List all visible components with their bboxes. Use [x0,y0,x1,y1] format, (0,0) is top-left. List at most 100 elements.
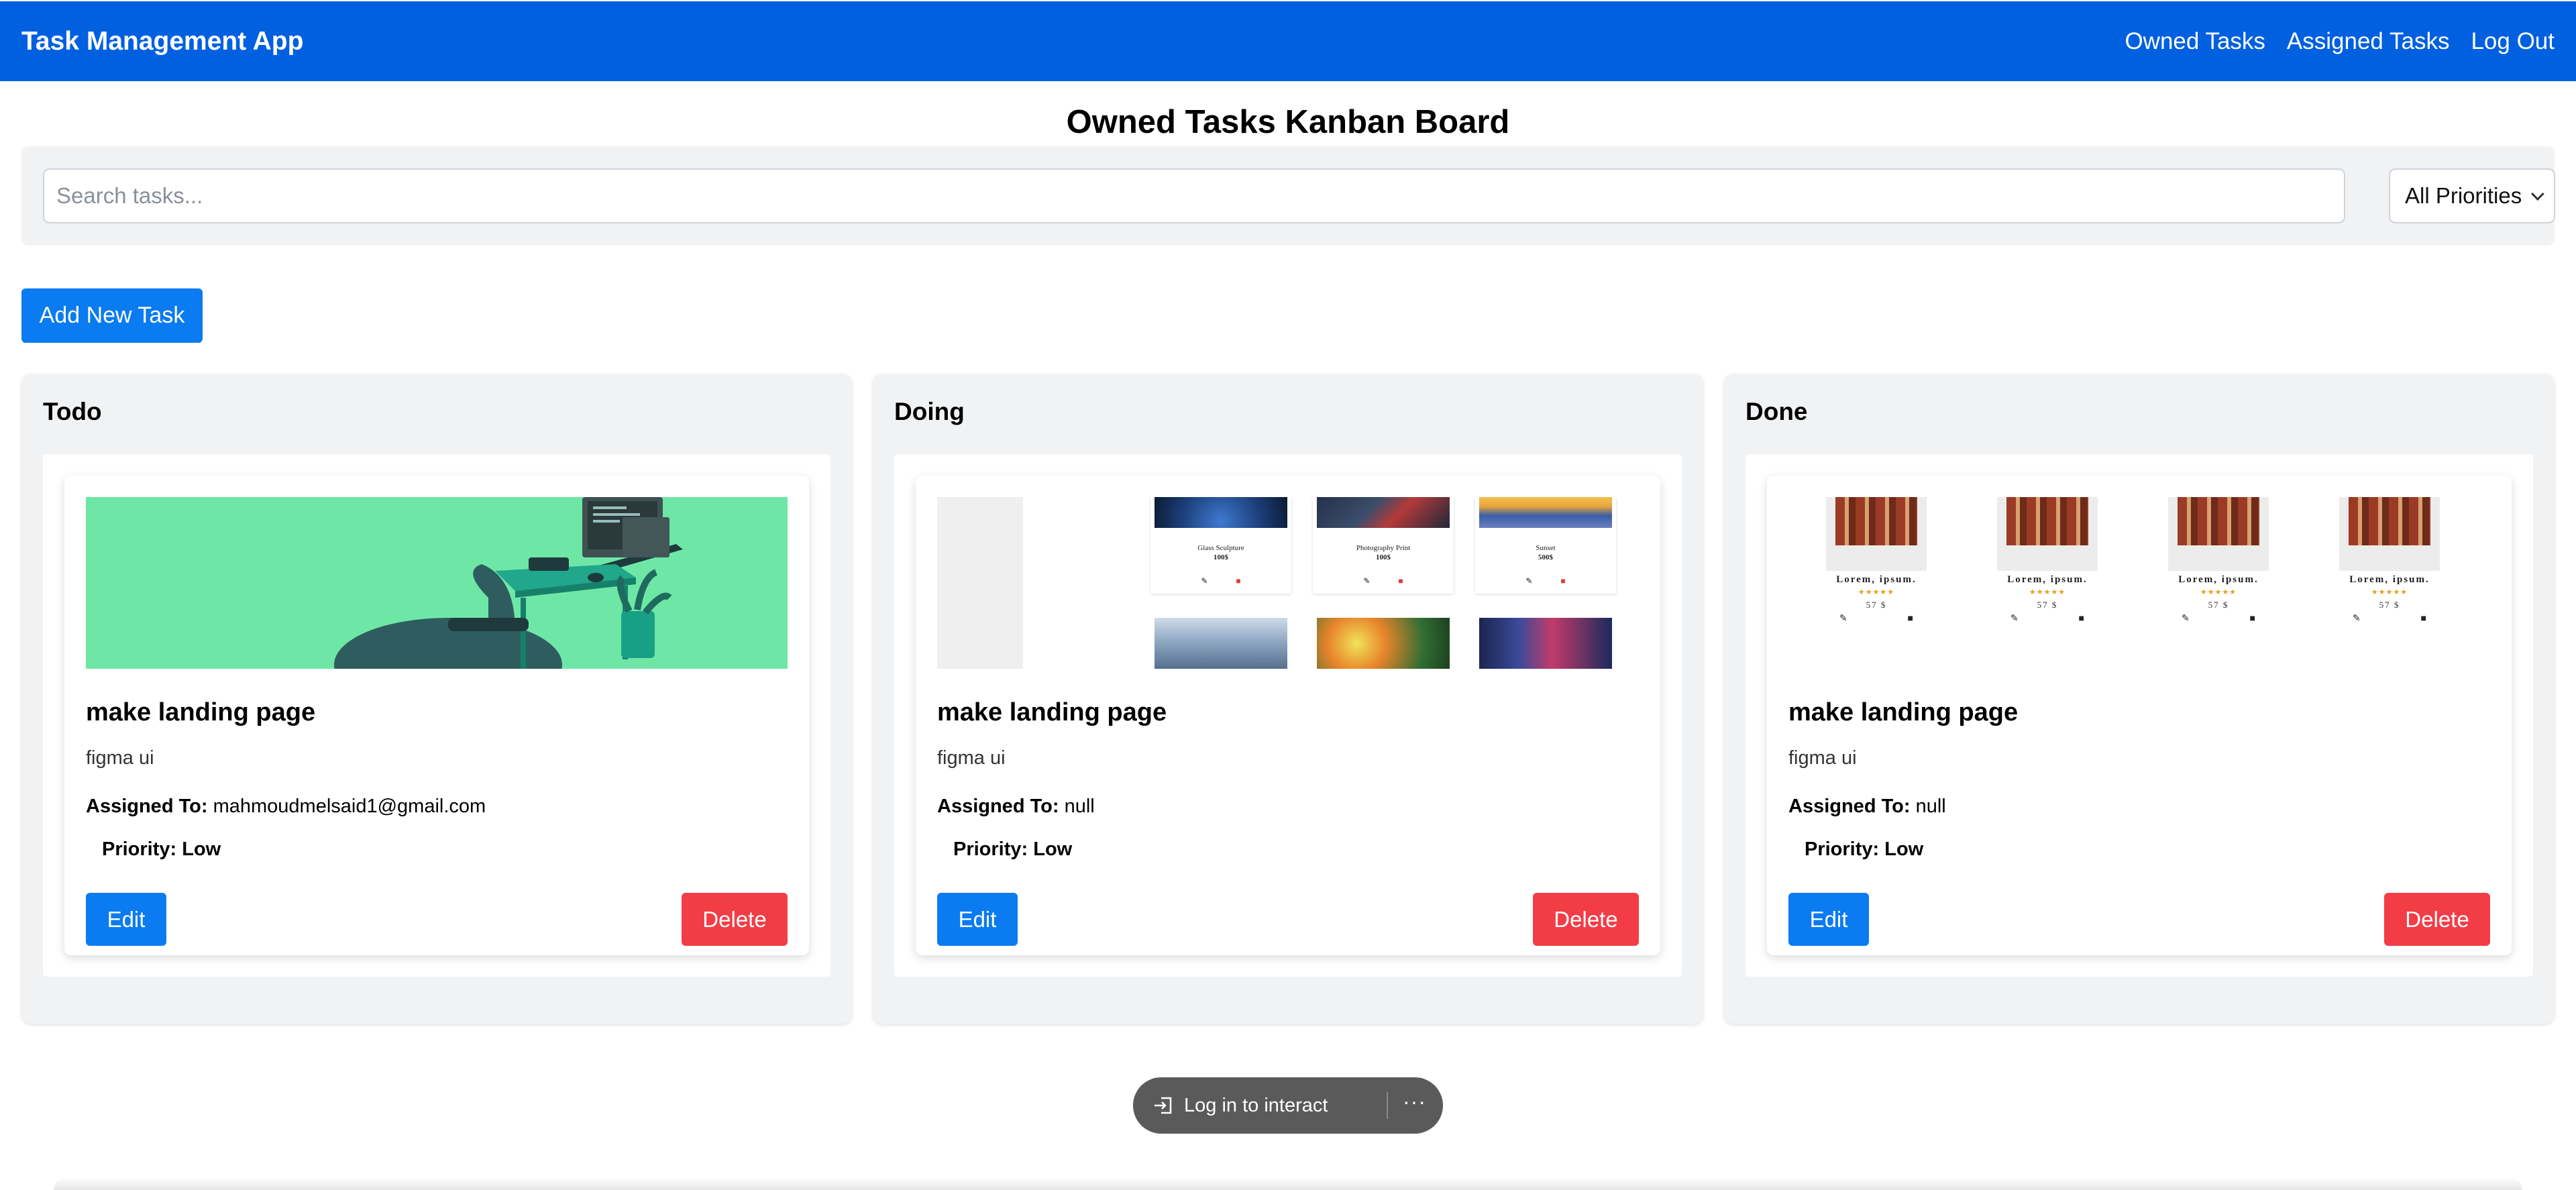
login-overlay-pill[interactable]: Log in to interact ··· [1133,1077,1443,1134]
task-image: Lorem, ipsum. ★★★★★ 57 $ ✎ ■ Lorem, ipsum… [1788,497,2490,669]
trash-icon: ■ [1560,576,1566,586]
nav-links: Owned Tasks Assigned Tasks Log Out [2125,28,2555,55]
gallery-item-price: 100$ [1376,553,1391,561]
edit-button[interactable]: Edit [86,893,166,946]
product-image [1826,497,1927,571]
edit-button[interactable]: Edit [1788,893,1869,946]
app-brand[interactable]: Task Management App [21,27,303,56]
search-input[interactable] [43,168,2345,223]
edit-icon: ✎ [2182,612,2190,623]
login-icon [1155,1097,1172,1114]
product-price: 57 $ [2208,600,2229,610]
nav-link-log-out[interactable]: Log Out [2471,28,2555,55]
assigned-value: null [1064,796,1095,817]
task-priority: Priority: Low [953,839,1073,860]
task-assigned: Assigned To: null [937,796,1095,818]
gallery-placeholder [937,497,1023,669]
task-image: Glass Sculpture 100$ ✎ ■ Photography Prin… [937,497,1639,669]
task-description: figma ui [1788,747,1857,769]
column-body: Lorem, ipsum. ★★★★★ 57 $ ✎ ■ Lorem, ipsum… [1746,454,2533,977]
task-card[interactable]: Lorem, ipsum. ★★★★★ 57 $ ✎ ■ Lorem, ipsum… [1767,476,2512,955]
product-price: 57 $ [1866,600,1887,610]
task-title: make landing page [937,698,1167,726]
product-name: Lorem, ipsum. [2178,574,2259,585]
gallery-item: Sunset 500$ ✎ ■ [1475,497,1616,594]
task-title: make landing page [86,698,316,726]
gallery-item-name: Sunset [1536,544,1556,552]
trash-icon: ■ [1398,576,1403,586]
gallery-item-price: 500$ [1538,553,1553,561]
priority-filter-value: All Priorities [2405,183,2522,208]
gallery-item: Photography Print 100$ ✎ ■ [1313,497,1454,594]
task-assigned: Assigned To: mahmoudmelsaid1@gmail.com [86,796,486,818]
product-item: Lorem, ipsum. ★★★★★ 57 $ ✎ ■ [1997,497,2098,645]
chevron-down-icon [2530,187,2544,201]
product-price: 57 $ [2037,600,2058,610]
more-options-icon[interactable]: ··· [1403,1089,1426,1114]
product-image [1997,497,2098,571]
product-image [2339,497,2440,571]
task-description: figma ui [86,747,154,769]
task-card[interactable]: Glass Sculpture 100$ ✎ ■ Photography Prin… [916,476,1660,955]
column-title: Todo [43,398,102,425]
task-card[interactable]: make landing page figma ui Assigned To: … [64,476,809,955]
column-title: Doing [894,398,965,425]
assigned-label: Assigned To: [1788,796,1911,817]
delete-button[interactable]: Delete [682,893,788,946]
task-priority: Priority: Low [1805,839,1924,860]
gallery-thumbnail [1479,618,1612,669]
gallery-item-name: Glass Sculpture [1197,544,1244,552]
nav-link-assigned-tasks[interactable]: Assigned Tasks [2287,28,2450,55]
login-label[interactable]: Log in to interact [1184,1095,1328,1117]
column-body: make landing page figma ui Assigned To: … [43,454,830,977]
delete-button[interactable]: Delete [2384,893,2490,946]
task-priority: Priority: Low [102,839,221,860]
trash-icon: ■ [2078,612,2084,623]
top-navbar: Task Management App Owned Tasks Assigned… [0,1,2576,81]
search-panel: All Priorities [21,146,2555,246]
assigned-label: Assigned To: [937,796,1059,817]
edit-icon: ✎ [1525,576,1533,586]
bottom-shadow [54,1177,2522,1190]
product-item: Lorem, ipsum. ★★★★★ 57 $ ✎ ■ [1826,497,1927,645]
trash-icon: ■ [1236,576,1241,586]
edit-icon: ✎ [1201,576,1208,586]
gallery-item: Glass Sculpture 100$ ✎ ■ [1150,497,1291,594]
column-doing: Doing Glass Sculpture 100$ ✎ ■ Photograph… [873,374,1703,1024]
star-rating-icon: ★★★★★ [2371,588,2408,596]
star-rating-icon: ★★★★★ [2029,588,2066,596]
edit-icon: ✎ [1363,576,1371,586]
product-item: Lorem, ipsum. ★★★★★ 57 $ ✎ ■ [2339,497,2440,645]
product-image [2168,497,2269,571]
task-description: figma ui [937,747,1006,769]
product-name: Lorem, ipsum. [2007,574,2088,585]
gallery-item-image [1155,497,1287,528]
column-body: Glass Sculpture 100$ ✎ ■ Photography Prin… [894,454,1682,977]
product-price: 57 $ [2379,600,2400,610]
priority-filter-select[interactable]: All Priorities [2389,168,2555,223]
pill-divider [1387,1092,1388,1119]
edit-button[interactable]: Edit [937,893,1018,946]
nav-link-owned-tasks[interactable]: Owned Tasks [2125,28,2265,55]
star-rating-icon: ★★★★★ [1858,588,1895,596]
task-title: make landing page [1788,698,2019,726]
trash-icon: ■ [2249,612,2255,623]
workspace-illustration [86,497,788,669]
gallery-thumbnail [1155,618,1287,669]
gallery-item-price: 100$ [1214,553,1228,561]
gallery-item-name: Photography Print [1356,544,1411,552]
product-item: Lorem, ipsum. ★★★★★ 57 $ ✎ ■ [2168,497,2269,645]
assigned-value: null [1915,796,1946,817]
column-todo: Todo make landing page figma ui Assigned… [21,374,852,1024]
column-title: Done [1746,398,1808,425]
column-done: Done Lorem, ipsum. ★★★★★ 57 $ ✎ ■ Lorem, … [1724,374,2555,1024]
page-title: Owned Tasks Kanban Board [1066,104,1510,140]
product-name: Lorem, ipsum. [1836,574,1917,585]
trash-icon: ■ [2420,612,2426,623]
add-new-task-button[interactable]: Add New Task [21,288,203,343]
delete-button[interactable]: Delete [1533,893,1639,946]
trash-icon: ■ [1907,612,1913,623]
assigned-value: mahmoudmelsaid1@gmail.com [213,796,486,817]
product-name: Lorem, ipsum. [2349,574,2430,585]
task-image [86,497,788,669]
